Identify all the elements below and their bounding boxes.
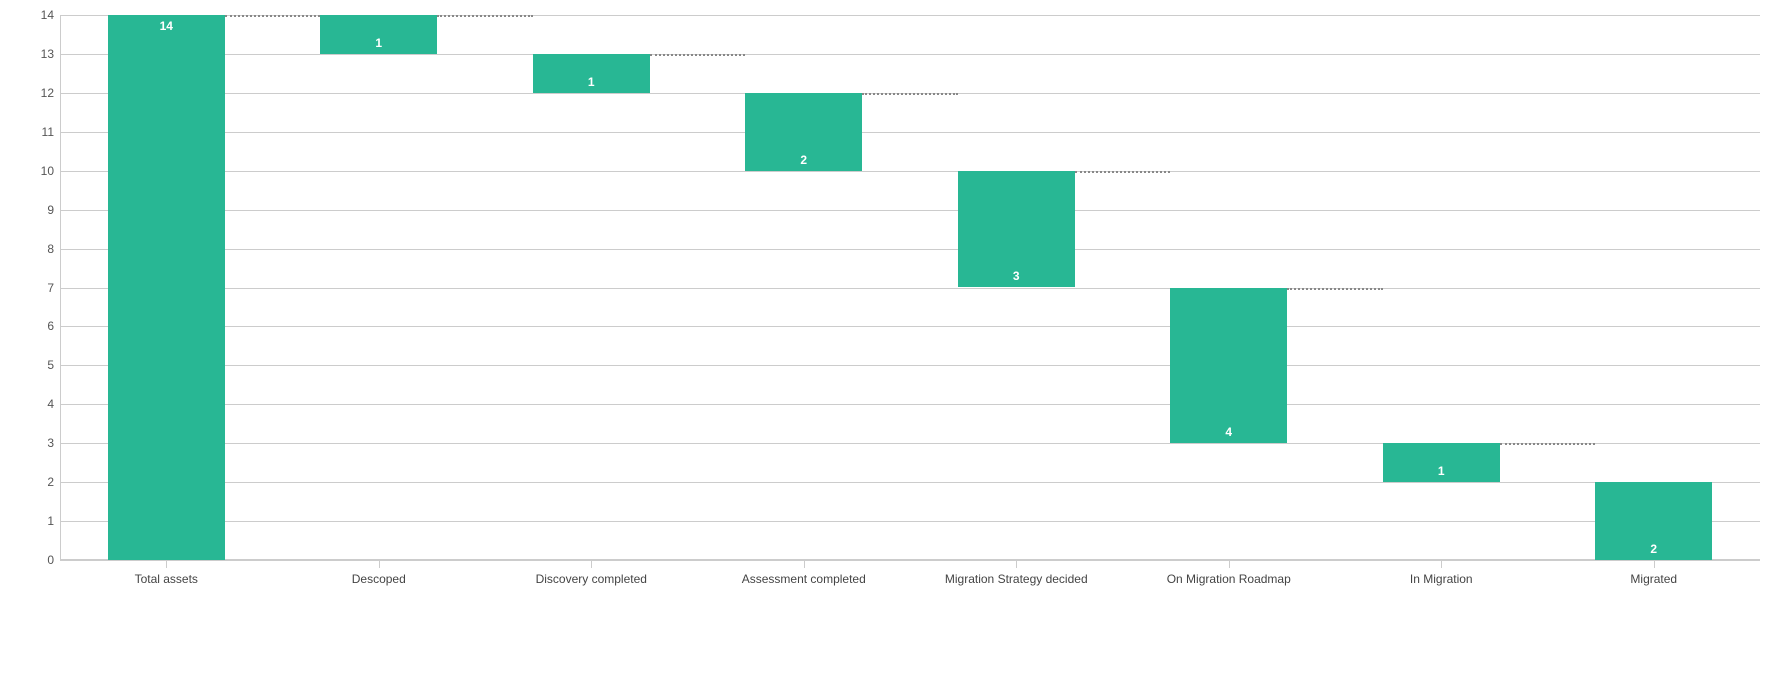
x-tick-label: Discovery completed xyxy=(536,572,647,586)
y-tick-label: 11 xyxy=(42,125,60,139)
bar-value-label: 1 xyxy=(1383,464,1500,478)
x-tick xyxy=(1441,560,1442,568)
gridline xyxy=(60,288,1760,289)
gridline xyxy=(60,132,1760,133)
gridline xyxy=(60,54,1760,55)
waterfall-connector xyxy=(1075,171,1171,173)
y-tick-label: 13 xyxy=(41,47,60,61)
y-tick-label: 9 xyxy=(47,203,60,217)
x-tick xyxy=(1654,560,1655,568)
x-tick-label: Migrated xyxy=(1630,572,1677,586)
waterfall-connector xyxy=(437,15,533,17)
x-tick-label: Migration Strategy decided xyxy=(945,572,1088,586)
y-tick-label: 2 xyxy=(47,475,60,489)
x-tick-label: Assessment completed xyxy=(742,572,866,586)
waterfall-bar[interactable]: 4 xyxy=(1170,288,1287,444)
bar-value-label: 1 xyxy=(320,36,437,50)
x-tick xyxy=(591,560,592,568)
gridline xyxy=(60,249,1760,250)
gridline xyxy=(60,482,1760,483)
x-tick-label: Total assets xyxy=(135,572,198,586)
y-tick-label: 4 xyxy=(47,397,60,411)
bar-value-label: 4 xyxy=(1170,425,1287,439)
waterfall-connector xyxy=(862,93,958,95)
y-tick-label: 3 xyxy=(47,436,60,450)
waterfall-connector xyxy=(1287,288,1383,290)
x-tick-label: Descoped xyxy=(352,572,406,586)
x-tick xyxy=(804,560,805,568)
gridline xyxy=(60,326,1760,327)
waterfall-bar[interactable]: 2 xyxy=(745,93,862,171)
waterfall-bar[interactable]: 14 xyxy=(108,15,225,560)
x-tick xyxy=(379,560,380,568)
gridline xyxy=(60,210,1760,211)
bar-value-label: 2 xyxy=(1595,542,1712,556)
y-tick-label: 8 xyxy=(47,242,60,256)
waterfall-bar[interactable]: 1 xyxy=(1383,443,1500,482)
waterfall-bar[interactable]: 1 xyxy=(320,15,437,54)
waterfall-bar[interactable]: 2 xyxy=(1595,482,1712,560)
waterfall-chart: 01234567891011121314141123412 Total asse… xyxy=(0,0,1773,687)
y-tick-label: 7 xyxy=(47,281,60,295)
waterfall-connector xyxy=(225,15,321,17)
gridline xyxy=(60,365,1760,366)
plot-area: 01234567891011121314141123412 xyxy=(60,15,1760,560)
y-tick-label: 0 xyxy=(47,553,60,567)
gridline xyxy=(60,404,1760,405)
waterfall-connector xyxy=(650,54,746,56)
x-tick-label: On Migration Roadmap xyxy=(1167,572,1291,586)
y-tick-label: 12 xyxy=(41,86,60,100)
x-tick xyxy=(1016,560,1017,568)
bar-value-label: 14 xyxy=(108,19,225,33)
gridline xyxy=(60,521,1760,522)
x-tick xyxy=(166,560,167,568)
x-axis: Total assets Descoped Discovery completed A… xyxy=(60,560,1760,600)
bar-value-label: 3 xyxy=(958,269,1075,283)
waterfall-bar[interactable]: 1 xyxy=(533,54,650,93)
x-tick-label: In Migration xyxy=(1410,572,1473,586)
y-tick-label: 1 xyxy=(47,514,60,528)
waterfall-connector xyxy=(1500,443,1596,445)
y-tick-label: 5 xyxy=(47,358,60,372)
x-tick xyxy=(1229,560,1230,568)
y-tick-label: 10 xyxy=(41,164,60,178)
y-tick-label: 14 xyxy=(41,8,60,22)
waterfall-bar[interactable]: 3 xyxy=(958,171,1075,288)
bar-value-label: 2 xyxy=(745,153,862,167)
gridline xyxy=(60,171,1760,172)
y-tick-label: 6 xyxy=(47,319,60,333)
bar-value-label: 1 xyxy=(533,75,650,89)
